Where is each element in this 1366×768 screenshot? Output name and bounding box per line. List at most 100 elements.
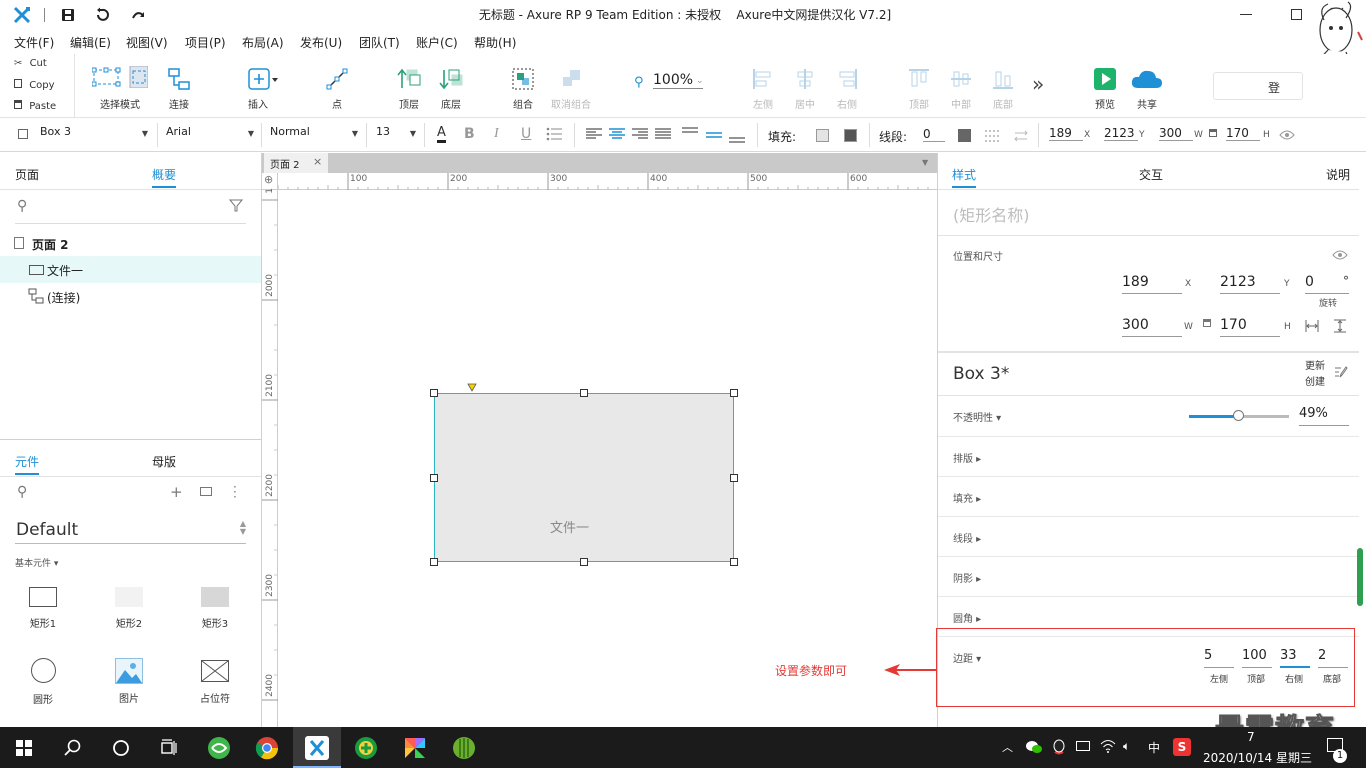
more-options-icon[interactable]: · · · <box>233 481 237 503</box>
fill-color-swatch[interactable] <box>816 129 829 142</box>
font-select[interactable]: Arial ▼ <box>166 125 254 145</box>
wifi-icon[interactable] <box>1100 739 1116 756</box>
clock-time[interactable]: 7 <box>1247 730 1255 744</box>
menu-help[interactable]: 帮助(H) <box>474 34 516 51</box>
resize-handle[interactable] <box>730 474 738 482</box>
menu-arrange[interactable]: 布局(A) <box>242 34 284 51</box>
menu-publish[interactable]: 发布(U) <box>300 34 342 51</box>
menu-view[interactable]: 视图(V) <box>126 34 168 51</box>
widget-placeholder[interactable]: 占位符 <box>185 656 245 708</box>
bottom-layer-button[interactable]: 底层 <box>421 54 481 118</box>
library-select[interactable]: Default ▲ ▼ <box>15 518 246 544</box>
tab-style[interactable]: 样式 <box>952 166 976 183</box>
widget-circle[interactable]: 圆形 <box>13 656 73 708</box>
axure-taskbar-icon[interactable] <box>293 727 341 768</box>
line-color-swatch[interactable] <box>958 129 971 142</box>
menu-team[interactable]: 团队(T) <box>359 34 400 51</box>
fit-height-icon[interactable] <box>1333 319 1347 336</box>
update-style-button[interactable]: 更新 <box>1305 357 1325 372</box>
eye-icon[interactable] <box>1279 129 1295 144</box>
tab-close-icon[interactable]: × <box>313 155 322 168</box>
pos-y-input[interactable]: 2123 <box>1220 274 1280 294</box>
slider-thumb[interactable] <box>1233 410 1244 421</box>
font-color-button[interactable]: A <box>437 126 446 143</box>
resize-handle[interactable] <box>580 558 588 566</box>
text-align-center-icon[interactable] <box>609 128 625 143</box>
bullet-list-icon[interactable] <box>546 127 562 141</box>
resize-handle[interactable] <box>430 474 438 482</box>
opacity-slider[interactable] <box>1189 410 1289 422</box>
section-border[interactable]: 线段 ▸ <box>938 516 1359 556</box>
opacity-input[interactable]: 49% <box>1299 406 1349 426</box>
tab-pages[interactable]: 页面 <box>15 166 39 183</box>
line-width-input[interactable]: 0 <box>923 127 945 142</box>
cut-button[interactable]: ✂ Cut <box>14 58 47 74</box>
vertical-scrollbar[interactable] <box>1357 548 1363 606</box>
resize-handle[interactable] <box>730 389 738 397</box>
clock-date[interactable]: 2020/10/14 星期三 <box>1203 749 1312 766</box>
tab-dropdown-icon[interactable]: ▼ <box>922 158 928 167</box>
corner-radius-handle[interactable] <box>467 381 477 395</box>
app-bamboo-icon[interactable] <box>440 727 488 768</box>
text-align-left-icon[interactable] <box>586 128 602 143</box>
resize-handle[interactable] <box>430 389 438 397</box>
opacity-label[interactable]: 不透明性 ▾ <box>953 409 1001 424</box>
visibility-eye-icon[interactable] <box>1332 249 1348 264</box>
height-input[interactable]: 170 <box>1220 317 1280 337</box>
wechat-icon[interactable] <box>1026 740 1042 757</box>
minimize-button[interactable] <box>1240 14 1252 15</box>
connect-button[interactable]: 连接 <box>149 54 209 118</box>
valign-middle-icon[interactable] <box>706 126 722 147</box>
resize-handle[interactable] <box>580 389 588 397</box>
login-button[interactable]: 登 <box>1213 72 1303 100</box>
volume-icon[interactable]: 🔈︎ <box>1123 739 1130 754</box>
line-pattern-icon[interactable] <box>985 129 1001 146</box>
app-colorful-icon[interactable] <box>391 727 439 768</box>
align-bottom-button[interactable]: 底部 <box>973 54 1033 118</box>
style-select[interactable]: Box 3 ▼ <box>40 125 148 145</box>
widget-category[interactable]: 基本元件 ▾ <box>15 556 58 569</box>
underline-button[interactable]: U <box>521 126 531 142</box>
app-360-icon[interactable] <box>195 727 243 768</box>
edit-style-icon[interactable] <box>1334 365 1348 382</box>
cortana-icon[interactable] <box>96 727 144 768</box>
italic-button[interactable]: I <box>494 126 499 142</box>
page-tab[interactable]: 页面 2 × <box>264 153 328 173</box>
y-input[interactable]: 2123 <box>1104 126 1138 141</box>
outline-item-selected[interactable]: 文件一 <box>0 256 261 283</box>
paste-button[interactable]: Paste <box>14 100 56 116</box>
zoom-control[interactable]: ⚲ 100% ⌄ <box>634 72 706 94</box>
task-view-icon[interactable] <box>144 727 192 768</box>
tab-masters[interactable]: 母版 <box>152 453 176 470</box>
ungroup-button[interactable]: 取消组合 <box>541 54 601 118</box>
x-input[interactable]: 189 <box>1049 126 1083 141</box>
tray-chevron-icon[interactable]: ︿ <box>1002 739 1013 755</box>
select-mode-button[interactable]: 选择模式 <box>85 54 155 118</box>
h-input[interactable]: 170 <box>1226 126 1260 141</box>
add-library-icon[interactable]: + <box>170 483 183 501</box>
battery-icon[interactable] <box>1076 741 1090 751</box>
menu-file[interactable]: 文件(F) <box>14 34 54 51</box>
valign-top-icon[interactable] <box>682 126 698 147</box>
more-tools-button[interactable]: » <box>1032 72 1044 96</box>
lock-icon[interactable] <box>1209 129 1217 137</box>
pos-x-input[interactable]: 189 <box>1122 274 1182 294</box>
create-style-button[interactable]: 创建 <box>1305 373 1325 388</box>
aspect-lock-icon[interactable] <box>1203 319 1211 327</box>
widget-name-input[interactable]: (矩形名称) <box>953 202 1030 226</box>
panel-splitter[interactable] <box>0 439 261 440</box>
tab-widgets[interactable]: 元件 <box>15 453 39 470</box>
undo-icon[interactable] <box>94 7 110 23</box>
windows-start-button[interactable] <box>0 727 48 768</box>
section-fill[interactable]: 填充 ▸ <box>938 476 1359 516</box>
filter-icon[interactable] <box>228 199 244 215</box>
selected-rectangle[interactable]: 文件一 <box>434 393 734 562</box>
resize-handle[interactable] <box>730 558 738 566</box>
widget-rectangle-2[interactable]: 矩形2 <box>99 583 159 633</box>
menu-edit[interactable]: 编辑(E) <box>70 34 111 51</box>
text-align-right-icon[interactable] <box>632 128 648 143</box>
w-input[interactable]: 300 <box>1159 126 1193 141</box>
text-justify-icon[interactable] <box>655 128 671 143</box>
align-right-button[interactable]: 右侧 <box>817 54 877 118</box>
insert-button[interactable]: 插入 <box>230 54 290 118</box>
